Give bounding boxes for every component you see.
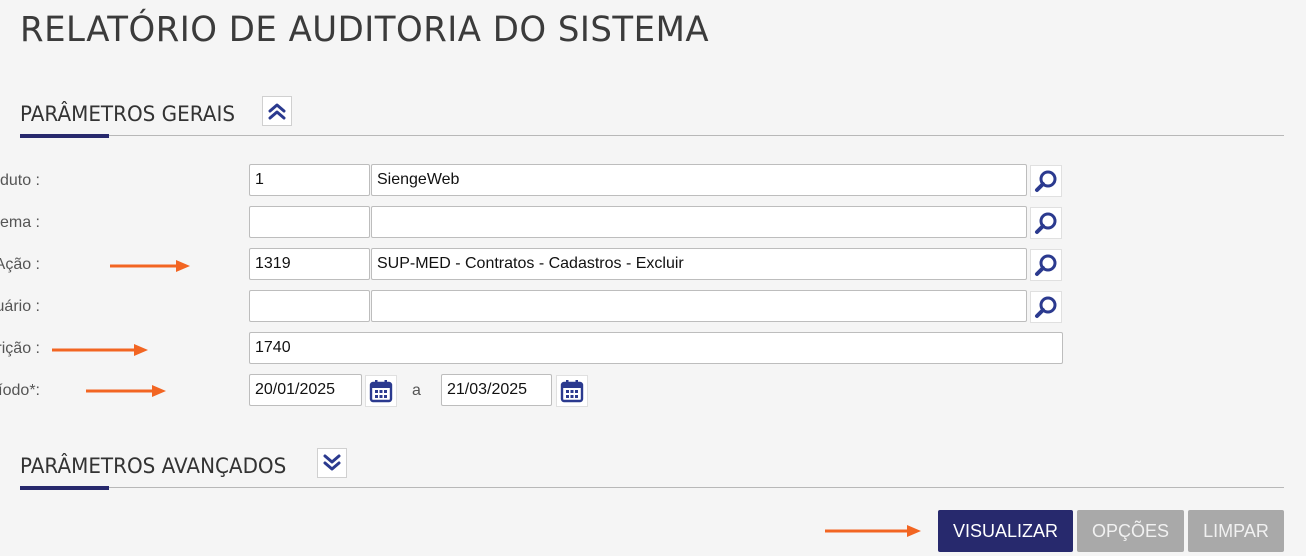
section-divider xyxy=(20,135,1284,136)
page-title: RELATÓRIO DE AUDITORIA DO SISTEMA xyxy=(20,10,710,50)
periodo-row: Período*: 20/01/2025 a 21/03/2025 xyxy=(0,374,1100,408)
advanced-parameters-header: PARÂMETROS AVANÇADOS xyxy=(20,448,1284,492)
expand-advanced-toggle[interactable] xyxy=(317,448,347,478)
periodo-separator: a xyxy=(412,382,421,399)
usuario-search-button[interactable] xyxy=(1030,291,1062,323)
descricao-input[interactable]: 1740 xyxy=(249,332,1063,364)
sistema-description-input[interactable] xyxy=(371,206,1027,238)
calendar-icon xyxy=(369,380,393,403)
annotation-arrow xyxy=(825,525,921,537)
collapse-general-toggle[interactable] xyxy=(262,96,292,126)
section-divider xyxy=(20,487,1284,488)
annotation-arrow xyxy=(52,344,148,356)
produto-label: Produto : xyxy=(0,172,40,189)
annotation-arrow xyxy=(110,260,190,272)
descricao-label: Descrição : xyxy=(0,340,40,357)
chevron-double-up-icon xyxy=(268,103,286,120)
descricao-row: Descrição : 1740 xyxy=(0,332,1100,366)
section-accent-bar xyxy=(20,486,109,490)
visualizar-button[interactable]: VISUALIZAR xyxy=(938,510,1073,552)
acao-code-input[interactable]: 1319 xyxy=(249,248,370,280)
search-icon xyxy=(1035,212,1057,234)
search-icon xyxy=(1035,254,1057,276)
periodo-start-calendar-button[interactable] xyxy=(365,375,397,407)
annotation-arrow xyxy=(86,385,166,397)
produto-row: Produto : 1 SiengeWeb xyxy=(0,164,1100,198)
search-icon xyxy=(1035,170,1057,192)
periodo-start-input[interactable]: 20/01/2025 xyxy=(249,374,362,406)
usuario-row: Usuário : xyxy=(0,290,1100,324)
limpar-button[interactable]: LIMPAR xyxy=(1188,510,1284,552)
sistema-code-input[interactable] xyxy=(249,206,370,238)
usuario-label: Usuário : xyxy=(0,298,40,315)
acao-row: Ação : 1319 SUP-MED - Contratos - Cadast… xyxy=(0,248,1100,282)
advanced-parameters-label: PARÂMETROS AVANÇADOS xyxy=(20,454,287,478)
usuario-description-input[interactable] xyxy=(371,290,1027,322)
opcoes-button[interactable]: OPÇÕES xyxy=(1077,510,1184,552)
sistema-row: Sistema : xyxy=(0,206,1100,240)
chevron-double-down-icon xyxy=(323,454,341,471)
section-accent-bar xyxy=(20,134,109,138)
produto-code-input[interactable]: 1 xyxy=(249,164,370,196)
usuario-code-input[interactable] xyxy=(249,290,370,322)
periodo-end-input[interactable]: 21/03/2025 xyxy=(441,374,552,406)
produto-description-input[interactable]: SiengeWeb xyxy=(371,164,1027,196)
periodo-end-calendar-button[interactable] xyxy=(556,375,588,407)
calendar-icon xyxy=(560,380,584,403)
periodo-label: Período*: xyxy=(0,382,40,399)
search-icon xyxy=(1035,296,1057,318)
sistema-label: Sistema : xyxy=(0,214,40,231)
acao-search-button[interactable] xyxy=(1030,249,1062,281)
produto-search-button[interactable] xyxy=(1030,165,1062,197)
acao-label: Ação : xyxy=(0,256,40,273)
sistema-search-button[interactable] xyxy=(1030,207,1062,239)
acao-description-input[interactable]: SUP-MED - Contratos - Cadastros - Exclui… xyxy=(371,248,1027,280)
general-parameters-header: PARÂMETROS GERAIS xyxy=(20,96,1284,140)
general-parameters-label: PARÂMETROS GERAIS xyxy=(20,102,235,126)
